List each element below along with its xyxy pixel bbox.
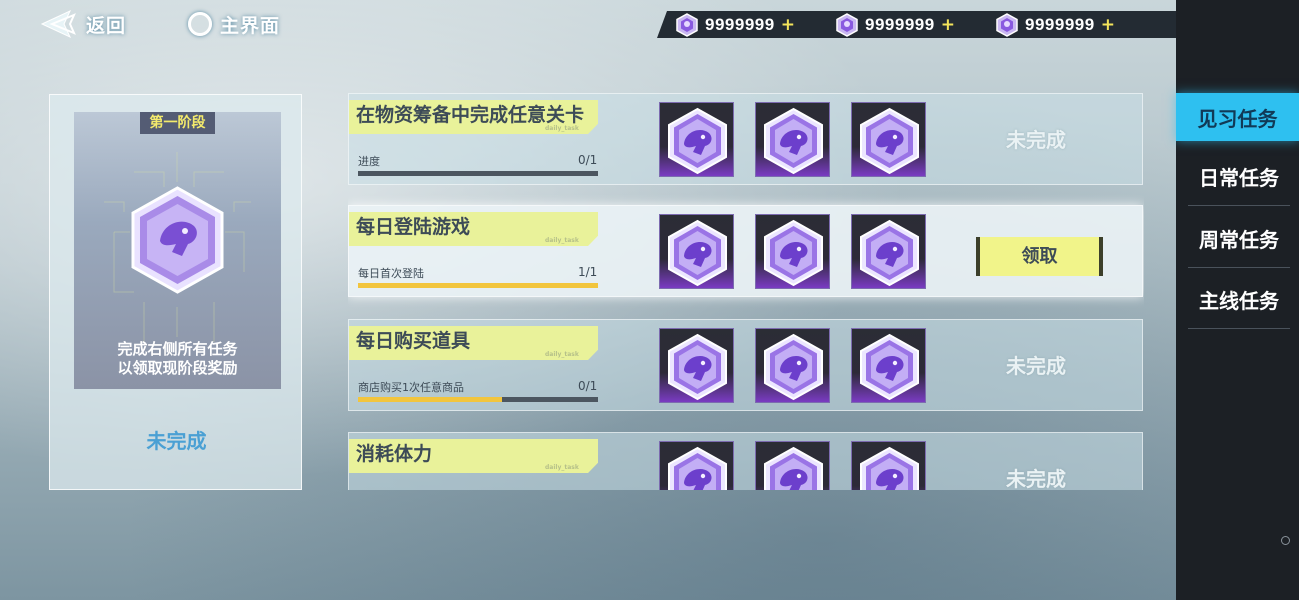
currency-value: 9999999 [865, 14, 935, 34]
stage-tag: 第一阶段 [140, 112, 215, 134]
task-progress-text: 1/1 [578, 265, 598, 279]
task-description: 每日首次登陆 [358, 267, 424, 280]
currency-item: 9999999 + [977, 12, 1137, 37]
reward-item[interactable] [659, 102, 734, 177]
reward-emblem-icon [764, 334, 823, 400]
task-watermark: daily_task [545, 237, 579, 244]
reward-emblem-icon [860, 220, 919, 286]
reward-emblem-icon [764, 447, 823, 490]
task-title-text: 在物资筹备中完成任意关卡 [356, 104, 585, 126]
gem-icon [676, 12, 698, 37]
stage-card: 第一阶段 完成右侧所有任务 以领取现阶段奖励 [74, 112, 281, 389]
task-title: 在物资筹备中完成任意关卡 daily_task [349, 100, 598, 134]
reward-emblem-icon [668, 220, 727, 286]
task-description: 进度 [358, 155, 380, 168]
tab-daily-tasks[interactable]: 日常任务 [1188, 148, 1290, 206]
reward-emblem-icon [860, 108, 919, 174]
task-progress-bar [358, 171, 598, 176]
task-title: 每日购买道具 daily_task [349, 326, 598, 360]
task-title-text: 每日购买道具 [356, 330, 471, 352]
reward-item[interactable] [659, 441, 734, 490]
task-list[interactable]: 在物资筹备中完成任意关卡 daily_task 进度 0/1 未完成 每日登陆游… [348, 93, 1144, 490]
task-title: 消耗体力 daily_task [349, 439, 598, 473]
reward-emblem-icon [764, 108, 823, 174]
task-row: 每日登陆游戏 daily_task 每日首次登陆 1/1 领取 [348, 205, 1143, 297]
reward-emblem-icon [764, 220, 823, 286]
claim-button[interactable]: 领取 [976, 237, 1103, 276]
stage-emblem-icon [131, 186, 224, 294]
reward-item[interactable] [851, 102, 926, 177]
task-status: 未完成 [1006, 128, 1066, 152]
reward-item[interactable] [659, 214, 734, 289]
home-button[interactable]: 主界面 [188, 8, 280, 40]
task-watermark: daily_task [545, 125, 579, 132]
currency-bar: 9999999 + 9999999 + 9999999 + [657, 11, 1176, 38]
stage-desc-line: 完成右侧所有任务 [117, 340, 238, 358]
home-label: 主界面 [220, 14, 281, 37]
tab-weekly-tasks[interactable]: 周常任务 [1188, 210, 1290, 268]
task-row: 每日购买道具 daily_task 商店购买1次任意商品 0/1 未完成 [348, 319, 1143, 411]
reward-item[interactable] [851, 214, 926, 289]
reward-item[interactable] [755, 102, 830, 177]
currency-item: 9999999 + [817, 12, 977, 37]
reward-emblem-icon [668, 447, 727, 490]
stage-description: 完成右侧所有任务 以领取现阶段奖励 [74, 340, 281, 378]
task-row: 在物资筹备中完成任意关卡 daily_task 进度 0/1 未完成 [348, 93, 1143, 185]
task-description: 商店购买1次任意商品 [358, 381, 464, 394]
task-watermark: daily_task [545, 464, 579, 471]
task-progress-text: 0/1 [578, 153, 598, 167]
reward-item[interactable] [755, 214, 830, 289]
reward-item[interactable] [755, 441, 830, 490]
task-watermark: daily_task [545, 351, 579, 358]
task-progress-bar [358, 397, 598, 402]
back-arrow-icon [40, 9, 76, 39]
currency-value: 9999999 [1025, 14, 1095, 34]
reward-item[interactable] [851, 328, 926, 403]
reward-item[interactable] [755, 328, 830, 403]
stage-status: 未完成 [146, 429, 207, 453]
progress-fill [358, 283, 598, 288]
reward-emblem-icon [668, 108, 727, 174]
reward-emblem-icon [860, 447, 919, 490]
back-button[interactable]: 返回 [40, 8, 126, 40]
add-currency-button[interactable]: + [781, 15, 795, 35]
task-title-text: 消耗体力 [356, 443, 433, 465]
reward-emblem-icon [860, 334, 919, 400]
gem-icon [836, 12, 858, 37]
progress-fill [358, 397, 502, 402]
task-title: 每日登陆游戏 daily_task [349, 212, 598, 246]
back-label: 返回 [86, 14, 127, 37]
task-status: 未完成 [1006, 467, 1066, 490]
stage-desc-line: 以领取现阶段奖励 [117, 359, 238, 377]
tab-trainee-tasks[interactable]: 见习任务 [1176, 93, 1299, 141]
reward-item[interactable] [659, 328, 734, 403]
stage-panel: 第一阶段 完成右侧所有任务 以领取现阶段奖励 未完成 [49, 94, 302, 490]
home-ring-icon [188, 12, 212, 36]
reward-emblem-icon [668, 334, 727, 400]
task-progress-bar [358, 283, 598, 288]
add-currency-button[interactable]: + [941, 15, 955, 35]
task-status: 未完成 [1006, 354, 1066, 378]
indicator-dot-icon [1281, 536, 1290, 545]
currency-item: 9999999 + [657, 12, 817, 37]
currency-value: 9999999 [705, 14, 775, 34]
task-row: 消耗体力 daily_task 未完成 [348, 432, 1143, 490]
reward-item[interactable] [851, 441, 926, 490]
gem-icon [996, 12, 1018, 37]
task-title-text: 每日登陆游戏 [356, 216, 471, 238]
tab-main-tasks[interactable]: 主线任务 [1188, 271, 1290, 329]
task-progress-text: 0/1 [578, 379, 598, 393]
add-currency-button[interactable]: + [1101, 15, 1115, 35]
